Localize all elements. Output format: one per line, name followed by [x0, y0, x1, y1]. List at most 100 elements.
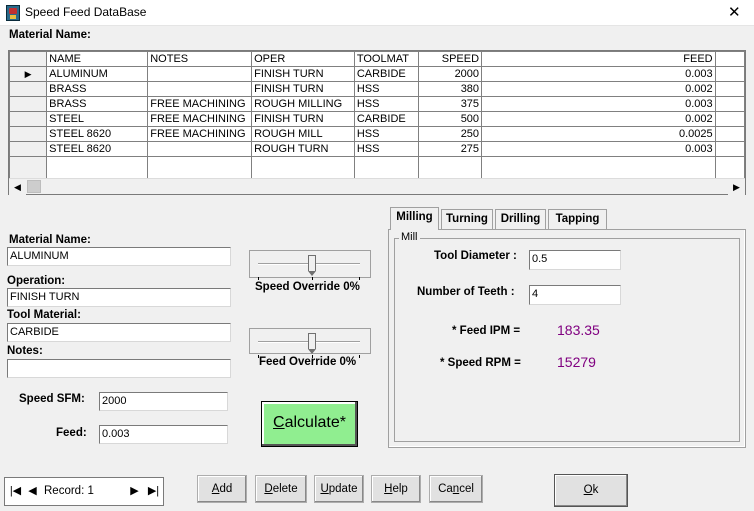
cell-oper[interactable]: ROUGH MILL	[251, 126, 355, 142]
cell-empty[interactable]	[251, 156, 355, 179]
cell-name[interactable]: STEEL 8620	[46, 141, 149, 157]
cell-name[interactable]: STEEL	[46, 111, 149, 127]
last-record-icon[interactable]: ▶|	[145, 479, 162, 504]
add-button[interactable]: Add	[197, 475, 247, 503]
tab-milling[interactable]: Milling	[390, 207, 439, 230]
scroll-left-icon[interactable]: ◀	[9, 179, 26, 195]
cell-name[interactable]: BRASS	[46, 96, 149, 112]
cell-speed[interactable]: 500	[417, 111, 483, 127]
cell-speed[interactable]: 250	[417, 126, 483, 142]
cell-empty[interactable]	[147, 156, 253, 179]
col-header-notes[interactable]: NOTES	[147, 51, 253, 67]
table-row[interactable]: STEEL 8620 FREE MACHINING ROUGH MILL HSS…	[9, 126, 745, 142]
ok-label: k	[592, 484, 599, 496]
scroll-right-icon[interactable]: ▶	[728, 179, 745, 195]
cell-feed[interactable]: 0.003	[481, 66, 716, 82]
cell-feed[interactable]: 0.002	[481, 111, 716, 127]
cell-oper[interactable]: FINISH TURN	[251, 81, 355, 97]
cell-feed[interactable]: 0.002	[481, 81, 716, 97]
feed-override-slider[interactable]	[249, 328, 371, 358]
cell-name[interactable]: ALUMINUM	[46, 66, 149, 82]
cell-speed[interactable]: 375	[417, 96, 483, 112]
cell-empty[interactable]	[481, 156, 716, 179]
delete-button[interactable]: Delete	[255, 475, 307, 503]
records-grid[interactable]: NAME NOTES OPER TOOLMAT SPEED FEED ▶ ALU…	[8, 50, 746, 195]
cell-feed[interactable]: 0.003	[481, 141, 716, 157]
row-selector[interactable]	[9, 96, 48, 112]
cell-notes[interactable]	[147, 66, 253, 82]
table-row[interactable]: STEEL FREE MACHINING FINISH TURN CARBIDE…	[9, 111, 745, 127]
cell-feed[interactable]: 0.003	[481, 96, 716, 112]
cell-notes[interactable]: FREE MACHINING	[147, 96, 253, 112]
col-header-oper[interactable]: OPER	[251, 51, 355, 67]
tool-diameter-field[interactable]: 0.5	[529, 250, 621, 270]
table-row[interactable]: ▶ ALUMINUM FINISH TURN CARBIDE 2000 0.00…	[9, 66, 745, 82]
ok-button[interactable]: Ok	[554, 474, 628, 507]
cell-toolmat[interactable]: CARBIDE	[353, 66, 419, 82]
row-selector[interactable]	[9, 141, 48, 157]
col-header-toolmat[interactable]: TOOLMAT	[353, 51, 419, 67]
new-record-row[interactable]	[9, 156, 745, 179]
slider-thumb[interactable]	[308, 333, 316, 354]
cell-empty[interactable]	[46, 156, 149, 179]
cell-speed[interactable]: 275	[417, 141, 483, 157]
current-row-indicator-icon[interactable]: ▶	[9, 66, 48, 82]
cell-extra	[714, 141, 745, 157]
notes-field[interactable]	[7, 359, 231, 378]
cell-feed[interactable]: 0.0025	[481, 126, 716, 142]
calculate-button[interactable]: Calculate*	[261, 401, 358, 447]
cell-oper[interactable]: ROUGH MILLING	[251, 96, 355, 112]
table-row[interactable]: STEEL 8620 ROUGH TURN HSS 275 0.003	[9, 141, 745, 157]
row-selector[interactable]	[9, 126, 48, 142]
cell-empty[interactable]	[417, 156, 483, 179]
cell-oper[interactable]: FINISH TURN	[251, 111, 355, 127]
col-header-name[interactable]: NAME	[46, 51, 149, 67]
next-record-icon[interactable]: ▶	[126, 479, 143, 504]
cell-toolmat[interactable]: HSS	[353, 126, 419, 142]
help-button[interactable]: Help	[371, 475, 421, 503]
cell-toolmat[interactable]: CARBIDE	[353, 111, 419, 127]
cell-notes[interactable]: FREE MACHINING	[147, 111, 253, 127]
close-icon[interactable]: ✕	[728, 3, 741, 21]
cell-oper[interactable]: ROUGH TURN	[251, 141, 355, 157]
tool-material-field[interactable]: CARBIDE	[7, 323, 231, 342]
row-selector[interactable]	[9, 156, 48, 179]
tab-turning[interactable]: Turning	[441, 209, 493, 229]
cell-toolmat[interactable]: HSS	[353, 81, 419, 97]
speed-sfm-field[interactable]: 2000	[99, 392, 228, 411]
cell-speed[interactable]: 380	[417, 81, 483, 97]
prev-record-icon[interactable]: ◀	[24, 479, 41, 504]
cell-toolmat[interactable]: HSS	[353, 96, 419, 112]
tab-drilling[interactable]: Drilling	[495, 209, 546, 229]
slider-thumb[interactable]	[308, 255, 316, 276]
first-record-icon[interactable]: |◀	[7, 479, 24, 504]
operation-field[interactable]: FINISH TURN	[7, 288, 231, 307]
cell-name[interactable]: BRASS	[46, 81, 149, 97]
feed-field[interactable]: 0.003	[99, 425, 228, 444]
cell-name[interactable]: STEEL 8620	[46, 126, 149, 142]
cell-empty[interactable]	[353, 156, 419, 179]
cell-notes[interactable]	[147, 81, 253, 97]
update-accel: U	[320, 483, 329, 495]
table-row[interactable]: BRASS FREE MACHINING ROUGH MILLING HSS 3…	[9, 96, 745, 112]
cancel-button[interactable]: Cancel	[429, 475, 483, 503]
cell-toolmat[interactable]: HSS	[353, 141, 419, 157]
calculate-label: alculate*	[284, 414, 346, 431]
scroll-thumb[interactable]	[27, 180, 41, 193]
cell-speed[interactable]: 2000	[417, 66, 483, 82]
cell-notes[interactable]: FREE MACHINING	[147, 126, 253, 142]
update-button[interactable]: Update	[314, 475, 364, 503]
horizontal-scrollbar[interactable]: ◀ ▶	[9, 178, 745, 195]
tab-tapping[interactable]: Tapping	[548, 209, 607, 229]
material-name-label: Material Name:	[9, 234, 91, 246]
speed-override-slider[interactable]	[249, 250, 371, 280]
row-selector[interactable]	[9, 111, 48, 127]
col-header-feed[interactable]: FEED	[481, 51, 716, 67]
table-row[interactable]: BRASS FINISH TURN HSS 380 0.002	[9, 81, 745, 97]
number-of-teeth-field[interactable]: 4	[529, 285, 621, 305]
cell-notes[interactable]	[147, 141, 253, 157]
col-header-speed[interactable]: SPEED	[417, 51, 483, 67]
row-selector[interactable]	[9, 81, 48, 97]
material-name-field[interactable]: ALUMINUM	[7, 247, 231, 266]
cell-oper[interactable]: FINISH TURN	[251, 66, 355, 82]
